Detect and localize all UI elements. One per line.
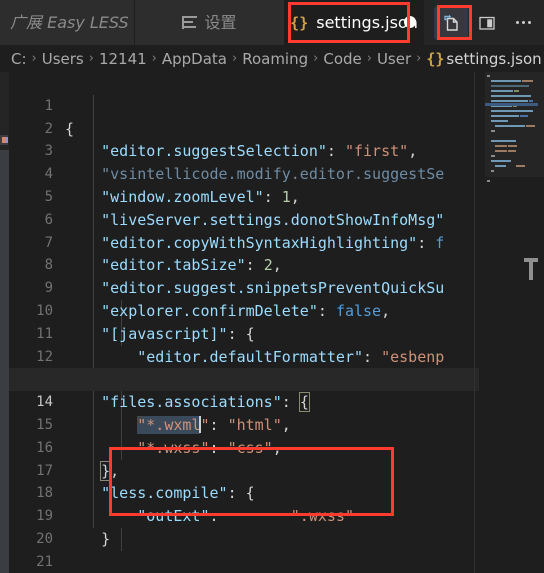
editor-right-divider (474, 72, 475, 573)
code-line[interactable]: 13 "files.associations": { (9, 346, 479, 413)
code-line[interactable]: 12 }, (9, 323, 479, 389)
tab-dirty-indicator[interactable] (404, 16, 416, 28)
settings-list-icon (182, 16, 198, 29)
editor-toolbar-actions (434, 0, 540, 45)
breadcrumb: C: › Users › 12141 › AppData › Roaming ›… (0, 45, 544, 72)
breadcrumb-item-2[interactable]: 12141 (99, 50, 147, 68)
vscode-window: 广展 Easy LESS 设置 {} settings.json C: › Us… (0, 0, 544, 573)
mouse-ibeam-cursor (524, 258, 538, 280)
code-line[interactable]: 19 } (9, 482, 479, 548)
code-line[interactable]: 4 "window.zoomLevel": 1, (9, 140, 479, 206)
minimap[interactable] (485, 72, 544, 573)
code-line[interactable]: 8 "editor.suggest.snippetsPreventQuickSu (9, 232, 479, 297)
sidebar-color-chip (0, 135, 8, 145)
code-line-active[interactable]: 14 "*.wxml": "html", (9, 368, 479, 434)
breadcrumb-separator: › (151, 51, 157, 66)
tab-easy-less[interactable]: 广展 Easy LESS (0, 0, 135, 45)
ellipsis-icon (515, 21, 531, 24)
code-line[interactable]: 17 "less.compile": { (9, 437, 479, 503)
tab-easy-less-label: 广展 Easy LESS (10, 12, 129, 32)
minimap-current-line (485, 103, 538, 106)
breadcrumb-json-icon: {} (426, 49, 445, 68)
breadcrumb-separator: › (366, 51, 372, 66)
breadcrumb-item-3[interactable]: AppData (162, 50, 227, 68)
breadcrumb-item-4[interactable]: Roaming (242, 50, 308, 68)
code-line[interactable]: 10 "[javascript]": { (9, 277, 479, 343)
code-line[interactable]: 22 (9, 551, 479, 573)
json-braces-icon: {} (290, 13, 309, 32)
breadcrumb-separator: › (313, 51, 319, 66)
code-line[interactable]: 20 (9, 505, 479, 547)
editor-tab-bar: 广展 Easy LESS 设置 {} settings.json (0, 0, 544, 45)
chip-swatch-b (5, 137, 8, 143)
breadcrumb-item-5[interactable]: Code (323, 50, 361, 68)
code-line[interactable]: 6 "editor.copyWithSyntaxHighlighting": f (9, 186, 479, 252)
sidebar-edge[interactable] (0, 150, 9, 573)
breadcrumb-separator: › (31, 51, 37, 66)
code-line[interactable]: 5 "liveServer.settings.donotShowInfoMsg" (9, 163, 479, 229)
code-editor[interactable]: 1 { 2 "editor.suggestSelection": "first"… (9, 72, 544, 573)
tab-settings[interactable]: 设置 (135, 0, 285, 45)
breadcrumb-item-1[interactable]: Users (42, 50, 84, 68)
breadcrumb-separator: › (88, 51, 94, 66)
breadcrumb-file[interactable]: settings.json (446, 50, 541, 68)
breadcrumb-separator: › (416, 51, 422, 66)
code-line[interactable]: 1 { (9, 72, 479, 138)
breadcrumb-item-6[interactable]: User (377, 50, 411, 68)
code-line[interactable]: 9 "explorer.confirmDelete": false, (9, 254, 479, 320)
code-lines[interactable]: 1 { 2 "editor.suggestSelection": "first"… (9, 72, 479, 573)
breadcrumb-separator: › (232, 51, 238, 66)
open-settings-ui-button[interactable] (434, 5, 468, 40)
tab-settings-json-label: settings.json (316, 12, 418, 32)
code-line[interactable]: 21 } (9, 528, 479, 570)
code-line[interactable]: 18 "outExt": ".wxss" (9, 460, 479, 525)
split-editor-button[interactable] (470, 6, 504, 40)
code-line[interactable]: 15 "*.wxss": "css", (9, 391, 479, 457)
code-line[interactable]: 11 "editor.defaultFormatter": "esbenp (9, 300, 479, 366)
code-line[interactable]: 2 "editor.suggestSelection": "first", (9, 95, 479, 161)
code-line[interactable]: 16 }, (9, 414, 479, 481)
code-line[interactable]: 7 "editor.tabSize": 2, (9, 209, 479, 275)
split-editor-icon (479, 16, 495, 30)
code-line[interactable]: 3 "vsintellicode.modify.editor.suggestSe (9, 118, 479, 183)
open-settings-ui-icon (444, 14, 458, 31)
breadcrumb-item-0[interactable]: C: (11, 50, 27, 68)
tab-settings-label: 设置 (204, 12, 237, 32)
more-actions-button[interactable] (506, 6, 540, 40)
